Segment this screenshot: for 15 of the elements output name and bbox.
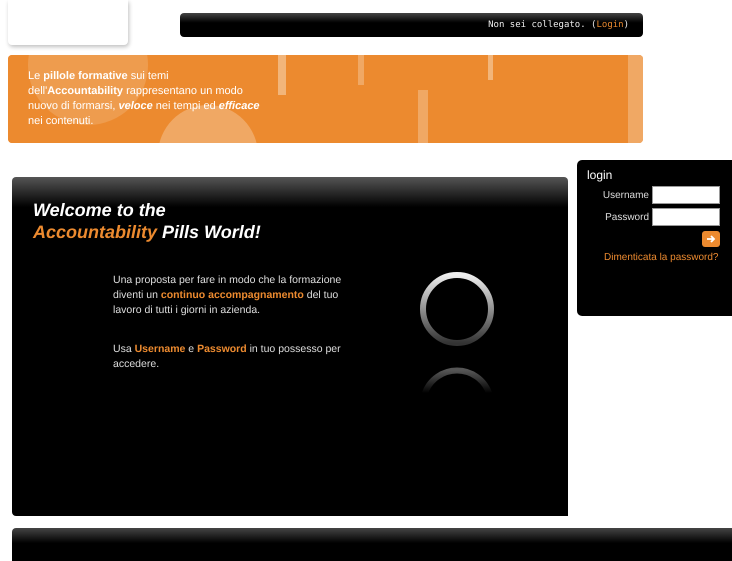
welcome-title: Accountability Pills World!: [33, 221, 262, 243]
banner-text: Le pillole formative sui temi dell'Accountability rappresentano un modo nuovo di formarsi, veloce nei tempi ed efficace nei contenuti.: [28, 69, 261, 129]
login-link[interactable]: Login: [596, 20, 624, 30]
field-label: Password: [605, 212, 649, 222]
welcome-paragraph: Una proposta per fare in modo che la formazione diventi un continuo accompagnamento del tuo lavoro di tutti i giorni in azienda.: [113, 273, 342, 318]
login-status-text: Non sei collegato. (Login): [488, 20, 629, 30]
welcome-paragraph: Usa Username e Password in tuo possesso per accedere.: [113, 342, 342, 372]
welcome-title: Welcome to the: [33, 199, 167, 221]
username-field[interactable]: [652, 186, 720, 204]
arrow-icon: [706, 234, 716, 244]
submit-button[interactable]: [702, 231, 720, 247]
login-title: login: [587, 168, 614, 182]
field-label: Username: [602, 190, 649, 200]
forgot-password-link[interactable]: Dimenticata la password?: [604, 252, 732, 263]
password-field[interactable]: [652, 208, 720, 226]
